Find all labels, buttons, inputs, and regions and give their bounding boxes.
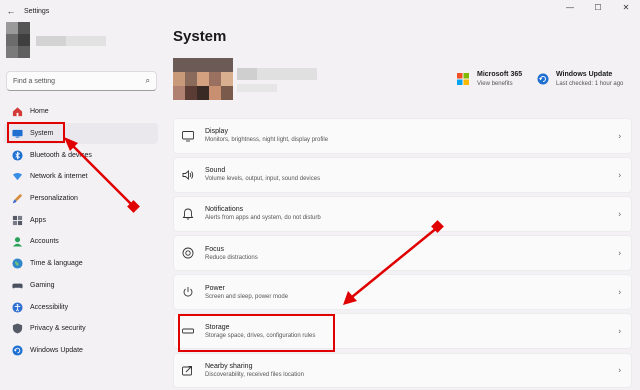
sidebar-item-label: Personalization (30, 195, 78, 203)
microsoft-365-promo[interactable]: Microsoft 365 View benefits (457, 71, 522, 87)
card-title: Focus (205, 245, 225, 253)
bluetooth-icon (11, 149, 23, 161)
promo-title: Microsoft 365 (477, 71, 523, 78)
window-title: Settings (24, 7, 50, 15)
apps-icon (11, 214, 23, 226)
sidebar-item-gaming[interactable]: Gaming (4, 275, 158, 297)
sidebar-item-apps[interactable]: Apps (4, 209, 158, 231)
card-description: Reduce distractions (205, 254, 258, 261)
card-title: Storage (205, 323, 230, 331)
system-icon (11, 128, 23, 140)
chevron-right-icon: › (618, 209, 621, 219)
card-description: Alerts from apps and system, do not dist… (205, 215, 321, 222)
card-title: Display (205, 128, 228, 136)
sidebar-item-personalization[interactable]: Personalization (4, 188, 158, 210)
sidebar-item-home[interactable]: Home (4, 101, 158, 123)
update-icon (11, 344, 23, 356)
sidebar-item-accounts[interactable]: Accounts (4, 231, 158, 253)
search-box[interactable]: ⌕ (6, 71, 157, 91)
sidebar-item-label: Accessibility (30, 303, 69, 311)
search-icon: ⌕ (145, 76, 150, 85)
card-title: Notifications (205, 206, 244, 214)
sidebar-item-windows-update[interactable]: Windows Update (4, 340, 158, 362)
sidebar-item-label: Network & internet (30, 173, 88, 181)
sidebar-item-label: Windows Update (30, 346, 83, 354)
windows-update-promo[interactable]: Windows Update Last checked: 1 hour ago (537, 71, 623, 87)
card-description: Discoverability, received files location (205, 371, 304, 378)
page-title: System (173, 28, 227, 45)
sidebar-nav: Home System Bluetooth & devices Network … (4, 101, 158, 361)
chevron-right-icon: › (618, 170, 621, 180)
settings-list: Display Monitors, brightness, night light… (173, 118, 632, 390)
title-bar: ← Settings — ☐ ✕ (0, 0, 640, 22)
windows-update-icon (537, 73, 549, 87)
back-arrow-icon: ← (6, 6, 16, 16)
promo-subtitle: View benefits (477, 81, 513, 87)
settings-card-notifications[interactable]: Notifications Alerts from apps and system… (173, 196, 632, 232)
settings-card-sound[interactable]: Sound Volume levels, output, input, sound… (173, 157, 632, 193)
card-title: Power (205, 284, 225, 292)
promo-title: Windows Update (556, 71, 613, 78)
sidebar-item-label: Apps (30, 216, 46, 224)
accessibility-icon (11, 301, 23, 313)
speaker-icon (182, 169, 194, 181)
share-icon (182, 364, 194, 376)
chevron-right-icon: › (618, 287, 621, 297)
maximize-button[interactable]: ☐ (584, 0, 612, 14)
sidebar-item-bluetooth[interactable]: Bluetooth & devices (4, 144, 158, 166)
home-icon (11, 106, 23, 118)
card-title: Sound (205, 167, 226, 175)
sidebar-item-privacy-security[interactable]: Privacy & security (4, 318, 158, 340)
sidebar-item-system[interactable]: System (4, 122, 158, 145)
settings-card-power[interactable]: Power Screen and sleep, power mode › (173, 274, 632, 310)
microsoft-365-icon (457, 73, 469, 87)
chevron-right-icon: › (618, 365, 621, 375)
sidebar-item-accessibility[interactable]: Accessibility (4, 296, 158, 318)
sidebar-item-label: Accounts (30, 238, 59, 246)
storage-icon (182, 325, 194, 337)
chevron-right-icon: › (618, 326, 621, 336)
globe-icon (11, 258, 23, 270)
bell-icon (182, 208, 194, 220)
back-button[interactable]: ← (0, 1, 22, 21)
card-title: Nearby sharing (205, 362, 253, 370)
settings-card-focus[interactable]: Focus Reduce distractions › (173, 235, 632, 271)
gaming-icon (11, 279, 23, 291)
promo-subtitle: Last checked: 1 hour ago (556, 81, 624, 87)
chevron-right-icon: › (618, 248, 621, 258)
card-description: Volume levels, output, input, sound devi… (205, 176, 321, 183)
card-description: Screen and sleep, power mode (205, 293, 289, 300)
sidebar-item-label: Privacy & security (30, 325, 86, 333)
power-icon (182, 286, 194, 298)
sidebar-item-label: System (30, 130, 54, 138)
card-description: Monitors, brightness, night light, displ… (205, 137, 329, 144)
sidebar-item-time-language[interactable]: Time & language (4, 253, 158, 275)
sidebar-item-label: Gaming (30, 281, 55, 289)
settings-card-display[interactable]: Display Monitors, brightness, night light… (173, 118, 632, 154)
search-input[interactable] (13, 77, 146, 85)
sidebar-item-label: Time & language (30, 260, 83, 268)
settings-card-nearby-sharing[interactable]: Nearby sharing Discoverability, received … (173, 352, 632, 389)
minimize-button[interactable]: — (556, 0, 584, 14)
chevron-right-icon: › (618, 131, 621, 141)
settings-card-storage[interactable]: Storage Storage space, drives, configurat… (173, 313, 632, 349)
focus-icon (182, 247, 194, 259)
close-button[interactable]: ✕ (612, 0, 640, 14)
shield-icon (11, 323, 23, 335)
sidebar-item-label: Bluetooth & devices (30, 151, 92, 159)
brush-icon (11, 193, 23, 205)
accounts-icon (11, 236, 23, 248)
network-icon (11, 171, 23, 183)
display-icon (182, 130, 194, 142)
sidebar-item-label: Home (30, 108, 49, 116)
sidebar-item-network[interactable]: Network & internet (4, 166, 158, 188)
card-description: Storage space, drives, configuration rul… (205, 332, 316, 339)
